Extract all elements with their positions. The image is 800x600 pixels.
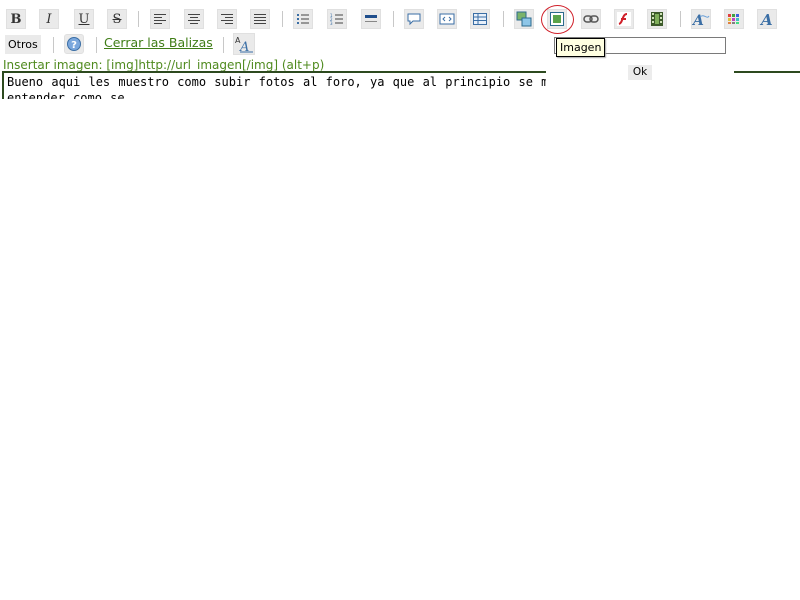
horizontal-rule-button[interactable]	[361, 9, 381, 29]
color-button[interactable]	[724, 9, 744, 29]
italic-button[interactable]: I	[39, 9, 59, 29]
toolbar-separator	[282, 11, 283, 27]
align-justify-button[interactable]	[250, 9, 270, 29]
bold-button[interactable]: B	[6, 9, 26, 29]
text-style-button[interactable]: A	[757, 9, 777, 29]
align-center-button[interactable]	[184, 9, 204, 29]
image-tooltip: Imagen	[556, 38, 606, 57]
svg-text:?: ?	[71, 40, 77, 51]
bulleted-list-icon	[297, 14, 309, 24]
video-icon	[651, 12, 663, 26]
align-right-button[interactable]	[217, 9, 237, 29]
svg-text:A: A	[692, 13, 704, 27]
quote-icon	[407, 13, 421, 26]
image-icon	[550, 12, 564, 26]
svg-text:A: A	[239, 40, 249, 53]
link-icon	[583, 15, 599, 23]
ok-button[interactable]: Ok	[628, 65, 652, 80]
flash-icon	[617, 12, 631, 26]
code-button[interactable]	[437, 9, 457, 29]
toolbar-separator	[503, 11, 504, 27]
quote-button[interactable]	[404, 9, 424, 29]
align-right-icon	[221, 14, 233, 24]
horizontal-rule-icon	[365, 15, 377, 22]
strikethrough-icon: S	[112, 11, 122, 27]
toolbar-separator	[223, 37, 224, 53]
table-icon	[473, 13, 487, 25]
image-button[interactable]	[547, 9, 567, 29]
numbered-list-icon: 123	[330, 13, 343, 25]
help-icon: ?	[67, 37, 81, 51]
align-justify-icon	[254, 14, 266, 24]
text-style-icon: A	[759, 11, 773, 27]
editor-toolbar: B I U S 123 A A	[0, 8, 800, 30]
underline-icon: U	[78, 11, 90, 27]
svg-text:A: A	[759, 11, 773, 27]
bulleted-list-button[interactable]	[293, 9, 313, 29]
strikethrough-button[interactable]: S	[107, 9, 127, 29]
close-tags-link[interactable]: Cerrar las Balizas	[104, 35, 213, 50]
italic-icon: I	[46, 11, 52, 27]
hint-text: Insertar imagen: [img]http://url_imagen[…	[3, 58, 325, 72]
gallery-button[interactable]	[514, 9, 534, 29]
font-icon: A	[692, 13, 710, 27]
toolbar-separator	[53, 37, 54, 53]
otros-button[interactable]: Otros	[5, 35, 41, 54]
help-button[interactable]: ?	[64, 34, 84, 54]
svg-text:3: 3	[330, 21, 333, 25]
code-icon	[439, 13, 455, 25]
gallery-icon	[516, 11, 532, 27]
font-size-button[interactable]: AA	[233, 33, 255, 55]
numbered-list-button[interactable]: 123	[327, 9, 347, 29]
link-button[interactable]	[581, 9, 601, 29]
bold-icon: B	[10, 11, 22, 27]
toolbar-separator	[96, 37, 97, 53]
table-button[interactable]	[470, 9, 490, 29]
color-palette-icon	[728, 14, 739, 24]
align-center-icon	[188, 14, 200, 24]
toolbar-separator	[680, 11, 681, 27]
font-size-icon: AA	[235, 36, 253, 53]
video-button[interactable]	[647, 9, 667, 29]
toolbar-separator	[138, 11, 139, 27]
flash-button[interactable]	[614, 9, 634, 29]
font-button[interactable]: A	[691, 9, 711, 29]
toolbar-separator	[393, 11, 394, 27]
underline-button[interactable]: U	[74, 9, 94, 29]
align-left-icon	[154, 14, 166, 24]
align-left-button[interactable]	[150, 9, 170, 29]
